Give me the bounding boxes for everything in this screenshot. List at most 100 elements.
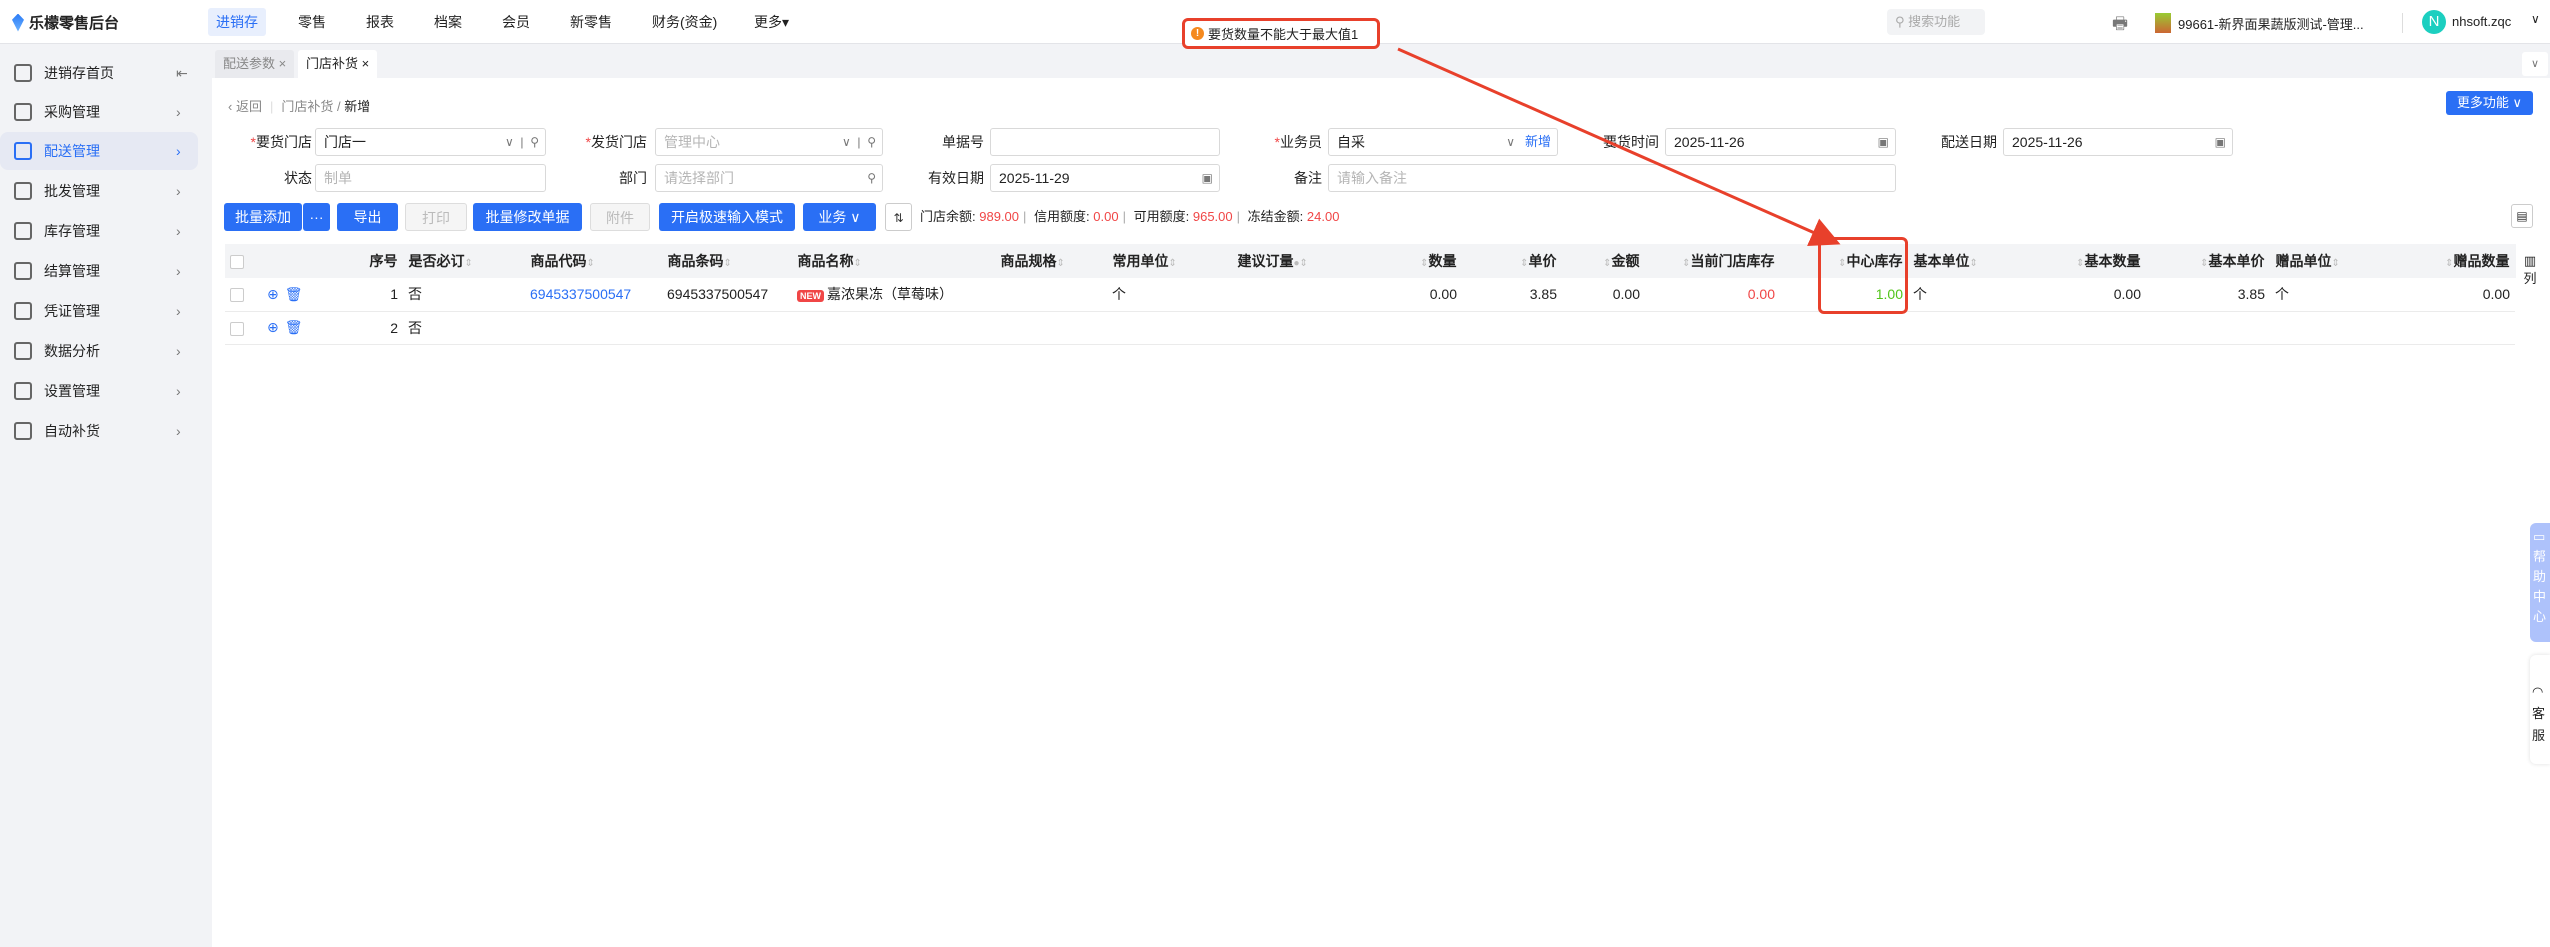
tab-delivery-params[interactable]: 配送参数 × (215, 50, 295, 78)
sidebar-item-3[interactable]: 批发管理 › (0, 172, 198, 210)
chevron-right-icon[interactable]: › (176, 263, 181, 279)
sort-icon[interactable]: ⇕ (1603, 258, 1611, 269)
sort-icon[interactable]: ⇕ (2076, 258, 2084, 269)
table-row[interactable]: ⊕ 🗑 1 否 6945337500547 6945337500547 NEW 嘉浓果冻（草莓… (225, 278, 2515, 312)
column-header-6[interactable]: 商品名称⇕ (792, 244, 996, 278)
tab-store-replenish[interactable]: 门店补货 × (298, 50, 378, 78)
sort-icon[interactable]: ⇕ (854, 258, 862, 269)
export-button[interactable]: 导出 (337, 203, 398, 231)
sort-icon[interactable]: ⇕ (2200, 258, 2208, 269)
sort-icon[interactable]: ⇕ (2445, 258, 2453, 269)
more-functions-button[interactable]: 更多功能 ∨ (2446, 91, 2533, 115)
nav-inventory[interactable]: 进销存 (208, 8, 266, 36)
chevron-right-icon[interactable]: › (176, 303, 181, 319)
chevron-right-icon[interactable]: › (176, 383, 181, 399)
sidebar-item-4[interactable]: 库存管理 › (0, 212, 198, 250)
salesman-select[interactable]: 自采 ∨ 新增 (1328, 128, 1558, 156)
dept-select[interactable]: 请选择部门 ⚲ (655, 164, 883, 192)
cell-price[interactable] (1462, 311, 1562, 345)
sort-icon[interactable]: ⇕ (1420, 258, 1428, 269)
nav-archive[interactable]: 档案 (426, 8, 470, 36)
cell-must[interactable]: 否 (403, 311, 525, 345)
chevron-right-icon[interactable]: › (176, 343, 181, 359)
sidebar-item-9[interactable]: 自动补货 › (0, 412, 198, 450)
add-row-icon[interactable]: ⊕ (267, 319, 279, 335)
nav-finance[interactable]: 财务(资金) (644, 8, 725, 36)
row-checkbox[interactable] (230, 321, 244, 336)
table-row[interactable]: ⊕ 🗑 2 否 (225, 311, 2515, 345)
settings-panel-icon[interactable]: ▤ (2511, 204, 2533, 228)
add-salesman-link[interactable]: 新增 (1525, 134, 1551, 149)
batch-add-more-button[interactable]: ··· (303, 203, 330, 231)
chevron-right-icon[interactable]: › (176, 183, 181, 199)
sort-icon[interactable]: ⇕ (1520, 258, 1528, 269)
delete-icon[interactable]: 🗑 (285, 286, 303, 302)
sidebar-item-0[interactable]: 进销存首页 ⇤ (0, 54, 198, 92)
cell-must[interactable]: 否 (403, 278, 525, 312)
column-header-10[interactable]: ⇕数量 (1380, 244, 1463, 278)
user-name[interactable]: nhsoft.zqc (2452, 14, 2511, 29)
batch-add-button[interactable]: 批量添加 (224, 203, 302, 231)
column-settings-button[interactable]: ▥ 列 (2519, 244, 2541, 314)
fast-input-mode-button[interactable]: 开启极速输入模式 (659, 203, 795, 231)
sort-icon[interactable]: ⇕ (1682, 258, 1690, 269)
row-checkbox[interactable] (230, 288, 244, 303)
business-dropdown-button[interactable]: 业务 ∨ (803, 203, 876, 231)
cell-qty[interactable]: 0.00 (1380, 278, 1462, 312)
column-header-11[interactable]: ⇕单价 (1462, 244, 1563, 278)
nav-retail[interactable]: 零售 (290, 8, 334, 36)
back-link[interactable]: ‹ 返回 (228, 99, 262, 114)
select-all-checkbox[interactable] (230, 255, 244, 270)
sort-icon[interactable]: ⇕ (724, 258, 732, 269)
sort-icon[interactable]: ⇕ (1057, 258, 1065, 269)
ship-store-select[interactable]: 管理中心 ∨ | ⚲ (655, 128, 883, 156)
breadcrumb-parent[interactable]: 门店补货 (281, 99, 333, 114)
nav-member[interactable]: 会员 (494, 8, 538, 36)
customer-service-button[interactable]: ◠客服 (2530, 655, 2550, 764)
nav-new-retail[interactable]: 新零售 (562, 8, 620, 36)
cell-price[interactable]: 3.85 (1462, 278, 1562, 312)
sort-icon[interactable]: ⇕ (1169, 258, 1177, 269)
chevron-right-icon[interactable]: › (176, 423, 181, 439)
attachment-button[interactable]: 附件 (590, 203, 650, 231)
nav-reports[interactable]: 报表 (358, 8, 402, 36)
delete-icon[interactable]: 🗑 (285, 319, 303, 335)
column-header-9[interactable]: 建议订量●⇕ (1232, 244, 1381, 278)
remark-input[interactable]: 请输入备注 (1328, 164, 1896, 192)
column-header-7[interactable]: 商品规格⇕ (995, 244, 1108, 278)
sort-icon[interactable]: ⇕ (1300, 258, 1308, 269)
add-row-icon[interactable]: ⊕ (267, 286, 279, 302)
help-center-button[interactable]: ▭帮助中心 (2530, 523, 2550, 642)
sidebar-item-5[interactable]: 结算管理 › (0, 252, 198, 290)
doc-no-input[interactable] (990, 128, 1220, 156)
column-header-17[interactable]: ⇕基本单价 (2146, 244, 2271, 278)
sidebar-item-7[interactable]: 数据分析 › (0, 332, 198, 370)
column-header-8[interactable]: 常用单位⇕ (1107, 244, 1233, 278)
column-header-18[interactable]: 赠品单位⇕ (2270, 244, 2391, 278)
chevron-right-icon[interactable]: › (176, 223, 181, 239)
column-header-3[interactable]: 是否必订⇕ (403, 244, 526, 278)
ship-date-picker[interactable]: 2025-11-26 ▣ (2003, 128, 2233, 156)
column-header-19[interactable]: ⇕赠品数量 (2390, 244, 2516, 278)
valid-date-picker[interactable]: 2025-11-29 ▣ (990, 164, 1220, 192)
printer-icon[interactable]: 🖶 (2112, 11, 2128, 40)
sort-icon[interactable]: ⇅ (885, 203, 912, 231)
column-header-12[interactable]: ⇕金额 (1562, 244, 1646, 278)
chevron-right-icon[interactable]: › (176, 104, 181, 120)
column-header-4[interactable]: 商品代码⇕ (525, 244, 663, 278)
column-header-13[interactable]: ⇕当前门店库存 (1645, 244, 1781, 278)
print-button[interactable]: 打印 (405, 203, 467, 231)
column-header-15[interactable]: 基本单位⇕ (1908, 244, 2033, 278)
sort-icon[interactable]: ⇕ (587, 258, 595, 269)
sidebar-item-8[interactable]: 设置管理 › (0, 372, 198, 410)
nav-more[interactable]: 更多▾ (746, 8, 797, 36)
req-store-select[interactable]: 门店一 ∨ | ⚲ (315, 128, 546, 156)
tabs-dropdown-button[interactable]: ∨ (2522, 52, 2548, 76)
column-header-5[interactable]: 商品条码⇕ (662, 244, 793, 278)
batch-edit-button[interactable]: 批量修改单据 (473, 203, 582, 231)
avatar[interactable]: N (2422, 10, 2446, 34)
req-time-picker[interactable]: 2025-11-26 ▣ (1665, 128, 1896, 156)
sidebar-item-2[interactable]: 配送管理 › (0, 132, 198, 170)
chevron-right-icon[interactable]: › (176, 143, 181, 159)
store-name[interactable]: 99661-新界面果蔬版测试-管理... (2178, 14, 2364, 33)
